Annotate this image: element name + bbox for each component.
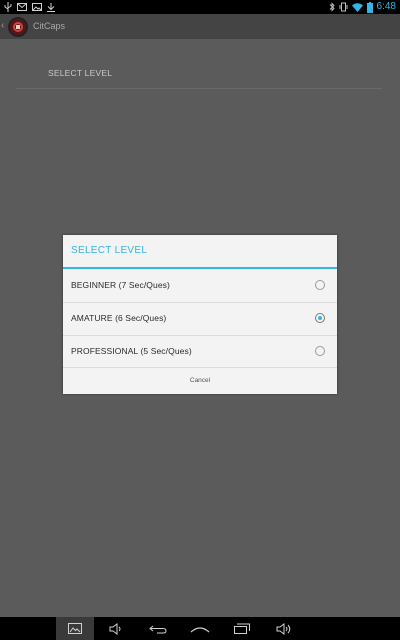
home-icon bbox=[190, 626, 210, 632]
radio-button-selected[interactable] bbox=[315, 313, 325, 323]
radio-button[interactable] bbox=[315, 280, 325, 290]
cancel-button[interactable]: Cancel bbox=[63, 367, 337, 394]
setting-divider bbox=[16, 88, 382, 89]
app-logo[interactable] bbox=[8, 17, 28, 37]
mail-icon bbox=[17, 3, 27, 11]
notification-icons bbox=[4, 2, 55, 12]
clock: 6:48 bbox=[376, 1, 396, 12]
volume-down-button[interactable] bbox=[104, 617, 128, 640]
usb-icon bbox=[4, 2, 12, 12]
image-icon bbox=[32, 3, 42, 11]
option-beginner[interactable]: BEGINNER (7 Sec/Ques) bbox=[63, 269, 337, 302]
option-label: BEGINNER (7 Sec/Ques) bbox=[71, 280, 170, 290]
action-bar: ‹ CitCaps bbox=[0, 14, 400, 39]
app-title: CitCaps bbox=[33, 21, 66, 31]
radio-button[interactable] bbox=[315, 346, 325, 356]
dialog-title: SELECT LEVEL bbox=[71, 245, 148, 256]
select-level-dialog: SELECT LEVEL BEGINNER (7 Sec/Ques) AMATU… bbox=[63, 235, 337, 394]
home-button[interactable] bbox=[188, 617, 212, 640]
volume-up-button[interactable] bbox=[272, 617, 296, 640]
option-label: PROFESSIONAL (5 Sec/Ques) bbox=[71, 346, 192, 356]
option-professional[interactable]: PROFESSIONAL (5 Sec/Ques) bbox=[63, 335, 337, 368]
status-bar: 6:48 bbox=[0, 0, 400, 14]
navigation-bar bbox=[0, 617, 400, 640]
volume-up-icon bbox=[276, 622, 291, 635]
screenshot-icon bbox=[68, 623, 82, 634]
screenshot-button[interactable] bbox=[56, 617, 94, 640]
select-level-setting[interactable]: SELECT LEVEL bbox=[48, 68, 112, 78]
wifi-icon bbox=[351, 2, 363, 12]
option-amature[interactable]: AMATURE (6 Sec/Ques) bbox=[63, 302, 337, 335]
recent-apps-button[interactable] bbox=[230, 617, 254, 640]
bluetooth-icon bbox=[329, 2, 335, 12]
system-icons: 6:48 bbox=[329, 0, 396, 14]
up-caret-icon[interactable]: ‹ bbox=[1, 20, 4, 32]
vibrate-icon bbox=[339, 2, 348, 12]
logo-center bbox=[16, 25, 20, 29]
option-label: AMATURE (6 Sec/Ques) bbox=[71, 313, 167, 323]
battery-icon bbox=[366, 1, 373, 13]
back-icon bbox=[149, 625, 167, 633]
recent-apps-icon bbox=[234, 623, 250, 634]
volume-down-icon bbox=[109, 622, 121, 635]
back-button[interactable] bbox=[146, 617, 170, 640]
download-icon bbox=[47, 2, 55, 12]
